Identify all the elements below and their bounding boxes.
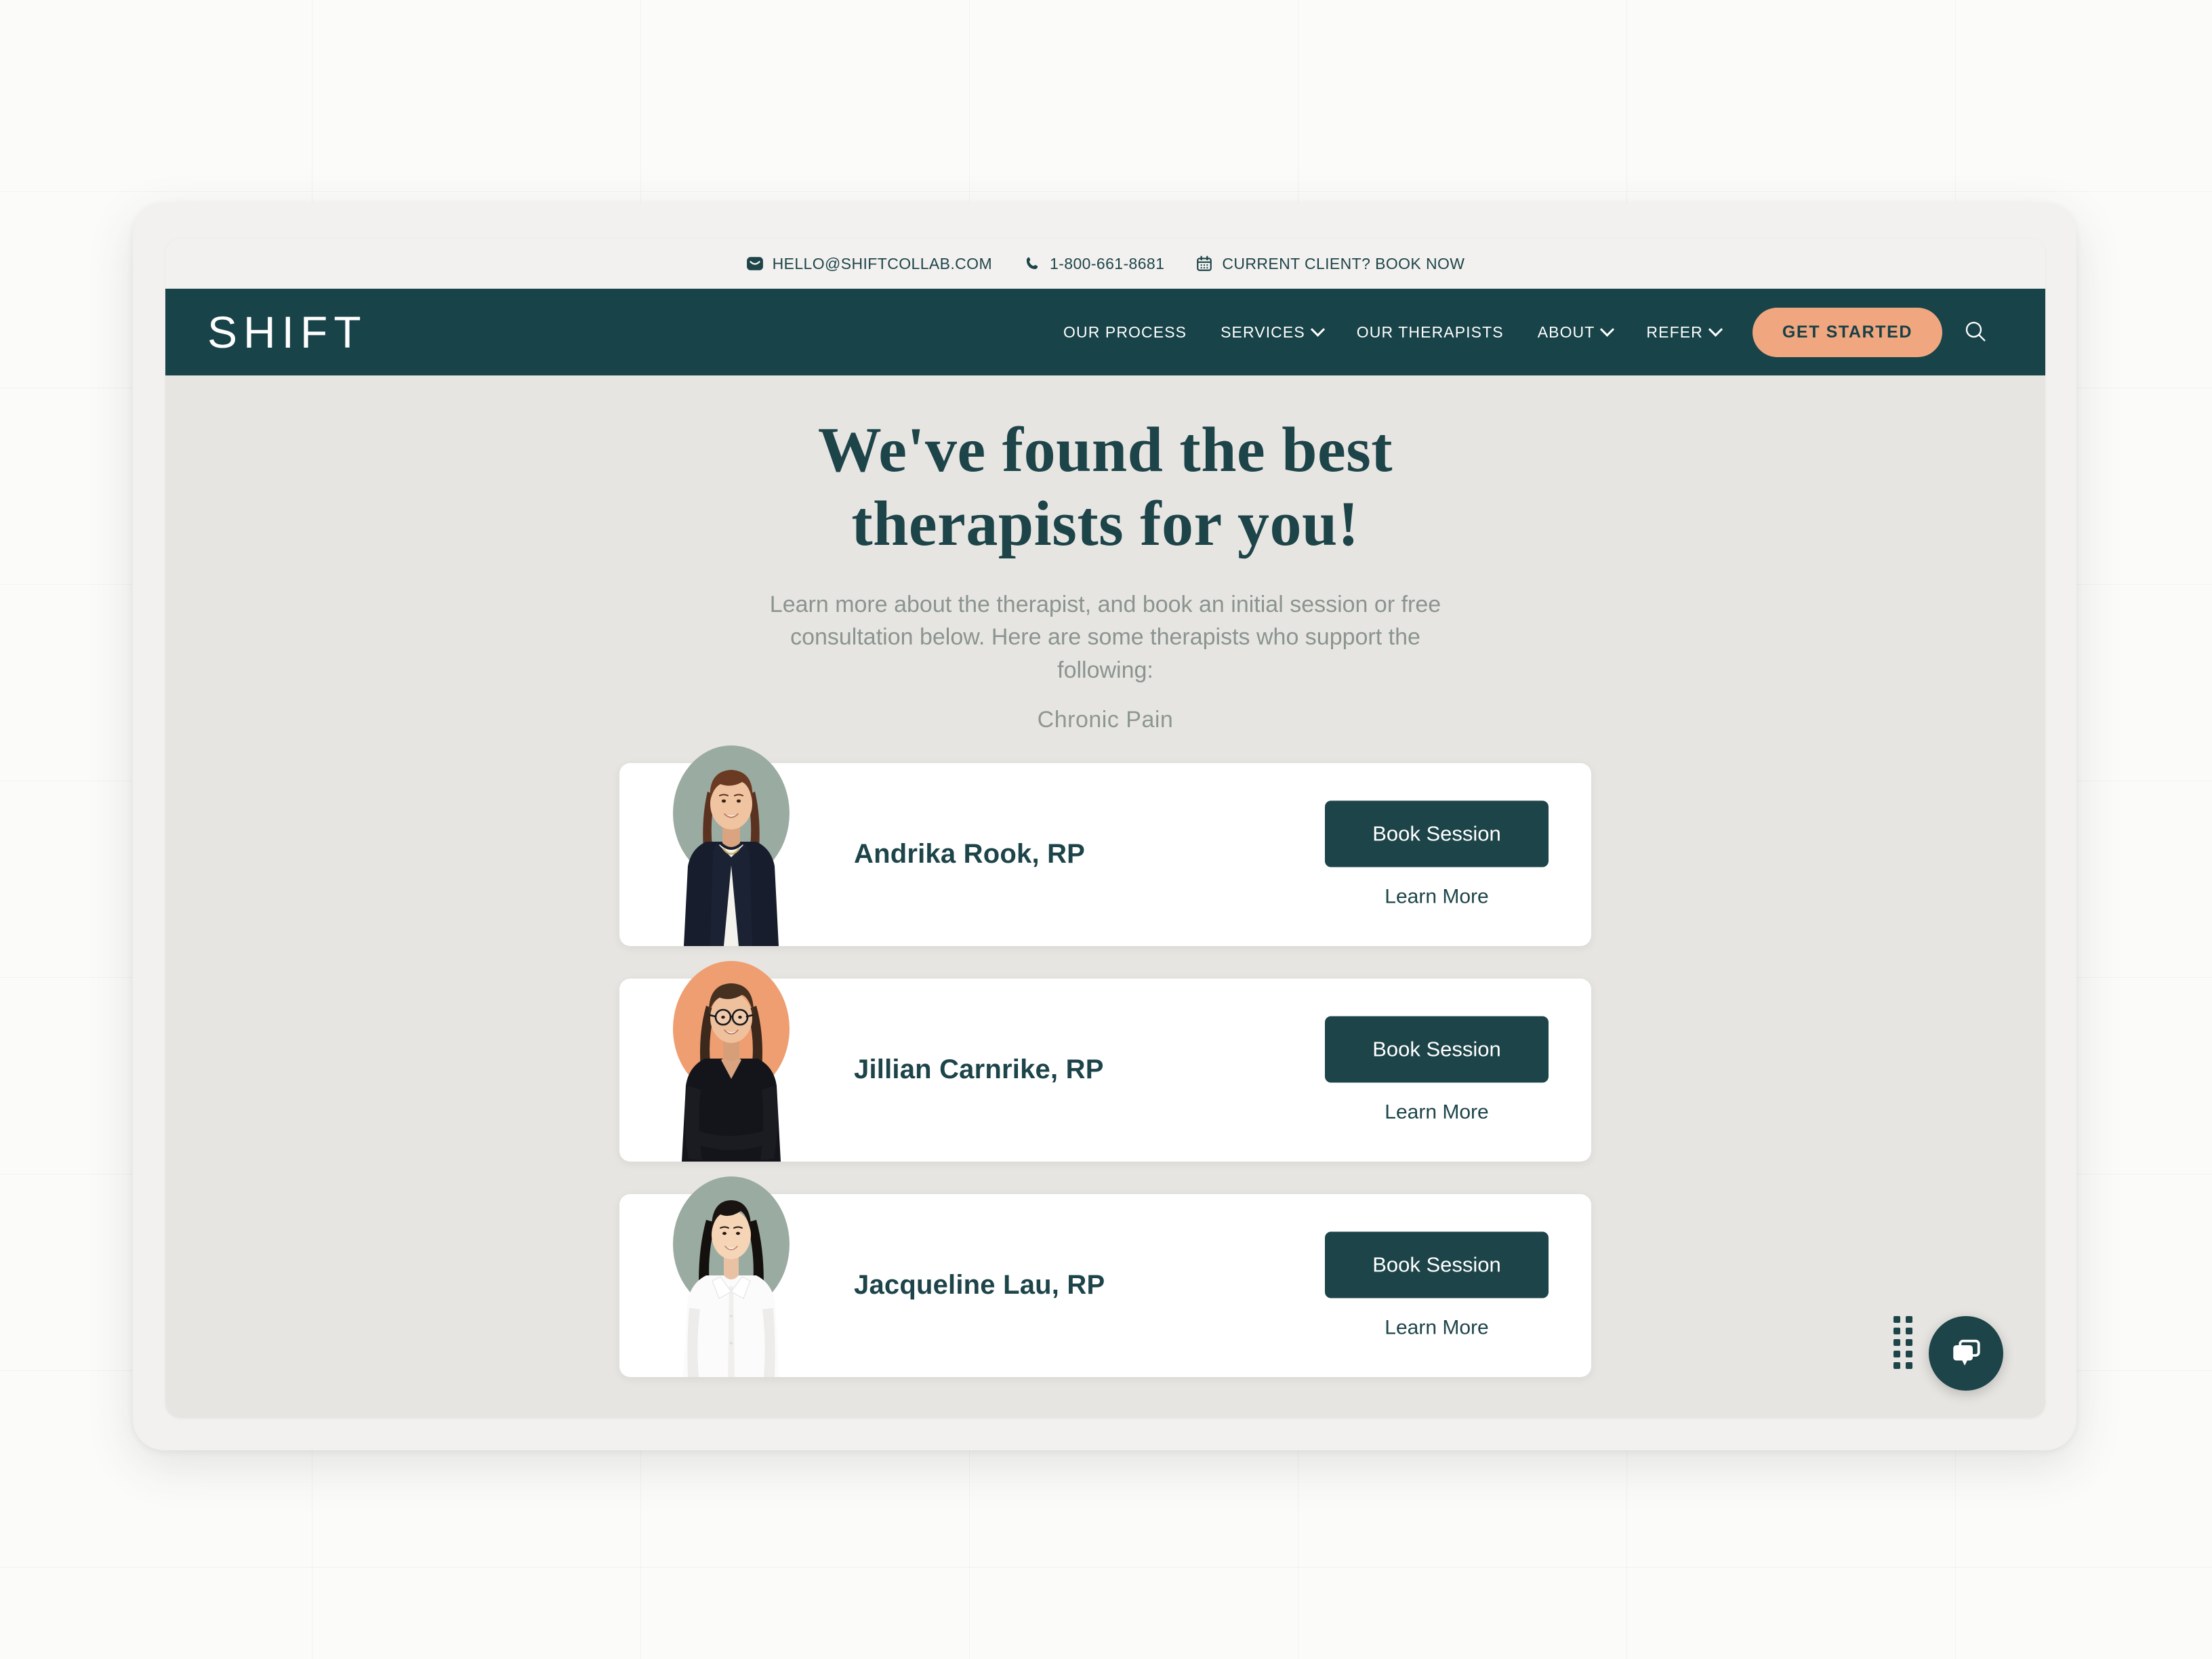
therapist-card[interactable]: Jacqueline Lau, RP Book Session Learn Mo…: [619, 1176, 1591, 1377]
book-session-button[interactable]: Book Session: [1325, 1016, 1549, 1083]
nav-links: OUR PROCESS SERVICES OUR THERAPISTS ABOU…: [1046, 289, 1988, 375]
learn-more-link[interactable]: Learn More: [1385, 885, 1488, 908]
drag-dot: [1906, 1351, 1912, 1357]
utility-book-now-label: CURRENT CLIENT? BOOK NOW: [1222, 254, 1465, 272]
avatar: [667, 931, 796, 1162]
avatar: [667, 1147, 796, 1377]
nav-label: ABOUT: [1537, 323, 1595, 341]
card-actions: Book Session Learn More: [1325, 800, 1549, 908]
drag-dot: [1906, 1362, 1912, 1369]
therapist-photo-andrika: [684, 769, 779, 946]
therapist-name: Andrika Rook, RP: [854, 839, 1086, 869]
drag-dot: [1906, 1316, 1912, 1323]
drag-dot: [1893, 1328, 1900, 1334]
drag-dot: [1893, 1339, 1900, 1346]
drag-dot: [1893, 1362, 1900, 1369]
nav-item-our-therapists[interactable]: OUR THERAPISTS: [1340, 323, 1521, 342]
therapist-name: Jacqueline Lau, RP: [854, 1270, 1105, 1300]
page-subtitle: Learn more about the therapist, and book…: [769, 592, 1441, 683]
avatar: [667, 716, 796, 946]
chat-bubble-icon: [1946, 1332, 1986, 1376]
utility-bar: HELLO@SHIFTCOLLAB.COM 1-800-661-8681 CUR…: [165, 239, 2045, 289]
page-title-line-1: We've found the best: [817, 415, 1393, 485]
phone-icon: [1023, 255, 1041, 272]
search-button[interactable]: [1963, 319, 1988, 346]
drag-dot: [1893, 1316, 1900, 1323]
utility-email-label: HELLO@SHIFTCOLLAB.COM: [772, 254, 993, 272]
nav-item-refer[interactable]: REFER: [1629, 322, 1737, 342]
book-session-button[interactable]: Book Session: [1325, 800, 1549, 867]
nav-item-our-process[interactable]: OUR PROCESS: [1046, 323, 1204, 342]
chevron-down-icon: [1310, 322, 1325, 337]
chevron-down-icon: [1708, 322, 1723, 337]
learn-more-link[interactable]: Learn More: [1385, 1101, 1488, 1124]
main-navigation: SHIFT OUR PROCESS SERVICES OUR THERAPIST…: [165, 289, 2045, 375]
envelope-icon: [746, 255, 764, 272]
chat-widget-button[interactable]: [1929, 1316, 2003, 1391]
drag-handle-dots[interactable]: [1893, 1316, 1912, 1369]
calendar-icon: [1195, 255, 1213, 272]
page-title-line-2: therapists for you!: [851, 489, 1359, 560]
therapist-photo-jacqueline: [683, 1200, 779, 1377]
utility-phone-label: 1-800-661-8681: [1050, 254, 1165, 272]
therapist-list: Andrika Rook, RP Book Session Learn More: [619, 745, 1591, 1377]
browser-viewport: HELLO@SHIFTCOLLAB.COM 1-800-661-8681 CUR…: [165, 239, 2045, 1418]
drag-dot: [1906, 1328, 1912, 1334]
search-icon: [1963, 319, 1988, 346]
get-started-button[interactable]: GET STARTED: [1752, 307, 1943, 357]
nav-item-about[interactable]: ABOUT: [1521, 322, 1630, 342]
book-session-button[interactable]: Book Session: [1325, 1231, 1549, 1298]
nav-label: SERVICES: [1221, 323, 1305, 341]
therapist-photo-jillian: [682, 983, 781, 1162]
nav-label: REFER: [1646, 323, 1703, 341]
chevron-down-icon: [1600, 322, 1615, 337]
nav-label: OUR PROCESS: [1063, 323, 1187, 341]
therapist-card[interactable]: Andrika Rook, RP Book Session Learn More: [619, 745, 1591, 946]
utility-item-phone[interactable]: 1-800-661-8681: [1023, 255, 1164, 273]
nav-label: OUR THERAPISTS: [1356, 323, 1504, 341]
page-title: We've found the best therapists for you!: [165, 413, 2045, 561]
learn-more-link[interactable]: Learn More: [1385, 1316, 1488, 1339]
brand-logo[interactable]: SHIFT: [207, 310, 367, 354]
card-actions: Book Session Learn More: [1325, 1016, 1549, 1124]
utility-item-email[interactable]: HELLO@SHIFTCOLLAB.COM: [746, 255, 992, 273]
support-tag: Chronic Pain: [1037, 706, 1174, 733]
utility-item-book-now[interactable]: CURRENT CLIENT? BOOK NOW: [1195, 255, 1465, 273]
drag-dot: [1893, 1351, 1900, 1357]
main-content: We've found the best therapists for you!…: [165, 375, 2045, 1377]
therapist-card[interactable]: Jillian Carnrike, RP Book Session Learn …: [619, 960, 1591, 1162]
card-actions: Book Session Learn More: [1325, 1231, 1549, 1339]
nav-item-services[interactable]: SERVICES: [1204, 322, 1340, 342]
therapist-name: Jillian Carnrike, RP: [854, 1054, 1104, 1085]
drag-dot: [1906, 1339, 1912, 1346]
